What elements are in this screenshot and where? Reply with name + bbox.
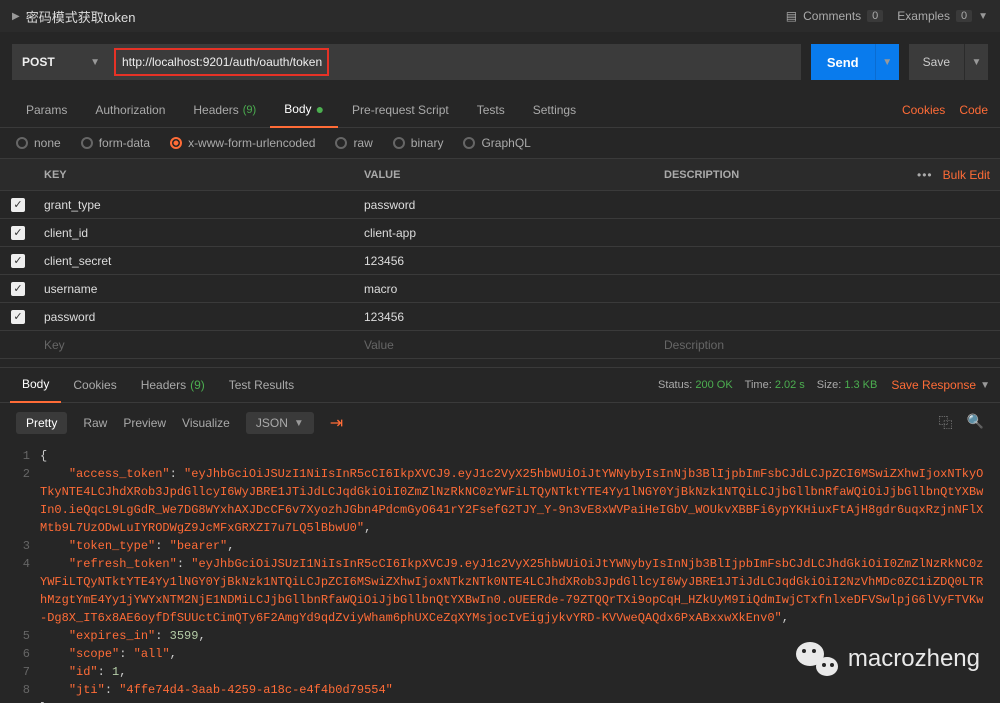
format-select[interactable]: JSON▼ xyxy=(246,412,314,434)
code-line: 1{ xyxy=(0,447,1000,465)
param-key[interactable]: username xyxy=(36,282,356,296)
search-icon[interactable]: 🔍 xyxy=(967,413,984,433)
table-row[interactable]: ✓ grant_typepassword xyxy=(0,191,1000,219)
wrap-lines-icon[interactable]: ⇥ xyxy=(330,413,343,433)
tab-params[interactable]: Params xyxy=(12,92,81,128)
view-preview[interactable]: Preview xyxy=(123,416,166,430)
table-row-placeholder[interactable]: Key Value Description xyxy=(0,331,1000,359)
send-dropdown[interactable]: ▼ xyxy=(875,44,899,80)
tab-settings[interactable]: Settings xyxy=(519,92,590,128)
comments-button[interactable]: ▤ Comments 0 xyxy=(786,9,883,23)
tab-authorization[interactable]: Authorization xyxy=(81,92,179,128)
save-button[interactable]: Save xyxy=(909,44,964,80)
tab-tests[interactable]: Tests xyxy=(463,92,519,128)
watermark-text: macrozheng xyxy=(848,645,980,673)
radio-urlencoded[interactable]: x-www-form-urlencoded xyxy=(170,136,315,150)
param-value[interactable]: 123456 xyxy=(356,310,656,324)
tab-prerequest[interactable]: Pre-request Script xyxy=(338,92,463,128)
param-key[interactable]: client_id xyxy=(36,226,356,240)
view-visualize[interactable]: Visualize xyxy=(182,416,230,430)
radio-formdata[interactable]: form-data xyxy=(81,136,150,150)
code-line: 3 "token_type": "bearer", xyxy=(0,537,1000,555)
url-input[interactable]: http://localhost:9201/auth/oauth/token xyxy=(110,44,801,80)
comment-icon: ▤ xyxy=(786,9,797,23)
param-value[interactable]: macro xyxy=(356,282,656,296)
table-row[interactable]: ✓ client_idclient-app xyxy=(0,219,1000,247)
param-value[interactable]: 123456 xyxy=(356,254,656,268)
url-highlight-box: http://localhost:9201/auth/oauth/token xyxy=(114,48,329,76)
checkbox-icon[interactable]: ✓ xyxy=(11,198,25,212)
response-tabs: Body Cookies Headers (9) Test Results St… xyxy=(0,367,1000,403)
radio-graphql[interactable]: GraphQL xyxy=(463,136,530,150)
code-line: 4 "refresh_token": "eyJhbGciOiJSUzI1NiIs… xyxy=(0,555,1000,627)
tab-title-bar: ▶ 密码模式获取token ▤ Comments 0 Examples 0 ▼ xyxy=(0,0,1000,32)
header-description: DESCRIPTION xyxy=(656,169,900,181)
param-key[interactable]: client_secret xyxy=(36,254,356,268)
send-button[interactable]: Send xyxy=(811,44,875,80)
table-row[interactable]: ✓ client_secret123456 xyxy=(0,247,1000,275)
view-pretty[interactable]: Pretty xyxy=(16,412,67,434)
tab-headers[interactable]: Headers (9) xyxy=(179,92,270,128)
radio-none[interactable]: none xyxy=(16,136,61,150)
code-line: 9} xyxy=(0,699,1000,703)
header-value: VALUE xyxy=(356,169,656,181)
chevron-down-icon: ▼ xyxy=(978,11,988,22)
chevron-down-icon: ▼ xyxy=(90,57,100,68)
checkbox-icon[interactable]: ✓ xyxy=(11,226,25,240)
table-row[interactable]: ✓ password123456 xyxy=(0,303,1000,331)
code-line: 8 "jti": "4ffe74d4-3aab-4259-a18c-e4f4b0… xyxy=(0,681,1000,699)
radio-binary[interactable]: binary xyxy=(393,136,444,150)
watermark: macrozheng xyxy=(796,638,980,680)
resp-tab-tests[interactable]: Test Results xyxy=(217,367,306,403)
bulk-edit-link[interactable]: Bulk Edit xyxy=(943,168,990,182)
method-select[interactable]: POST ▼ xyxy=(12,44,110,80)
resp-tab-body[interactable]: Body xyxy=(10,367,61,403)
table-row[interactable]: ✓ usernamemacro xyxy=(0,275,1000,303)
checkbox-icon[interactable]: ✓ xyxy=(11,282,25,296)
tab-body[interactable]: Body ● xyxy=(270,92,338,128)
body-type-selector: none form-data x-www-form-urlencoded raw… xyxy=(0,128,1000,159)
chevron-down-icon: ▼ xyxy=(980,380,990,391)
code-link[interactable]: Code xyxy=(959,103,988,117)
request-tabs: Params Authorization Headers (9) Body ● … xyxy=(0,92,1000,128)
checkbox-icon[interactable]: ✓ xyxy=(11,310,25,324)
dot-indicator-icon: ● xyxy=(316,101,324,117)
request-title: ▶ 密码模式获取token xyxy=(12,7,786,26)
param-value[interactable]: password xyxy=(356,198,656,212)
response-view-bar: Pretty Raw Preview Visualize JSON▼ ⇥ ⿻ 🔍 xyxy=(0,403,1000,443)
examples-dropdown[interactable]: Examples 0 ▼ xyxy=(897,9,988,23)
response-meta: Status: 200 OK Time: 2.02 s Size: 1.3 KB xyxy=(658,379,877,391)
copy-icon[interactable]: ⿻ xyxy=(939,413,953,433)
code-line: 2 "access_token": "eyJhbGciOiJSUzI1NiIsI… xyxy=(0,465,1000,537)
checkbox-icon[interactable]: ✓ xyxy=(11,254,25,268)
params-table-header: KEY VALUE DESCRIPTION ••• Bulk Edit xyxy=(0,159,1000,191)
radio-raw[interactable]: raw xyxy=(335,136,372,150)
header-key: KEY xyxy=(36,169,356,181)
resp-tab-cookies[interactable]: Cookies xyxy=(61,367,128,403)
param-key[interactable]: grant_type xyxy=(36,198,356,212)
more-options-icon[interactable]: ••• xyxy=(917,168,933,182)
resp-tab-headers[interactable]: Headers (9) xyxy=(129,367,217,403)
save-response-dropdown[interactable]: Save Response ▼ xyxy=(891,378,990,392)
save-dropdown[interactable]: ▼ xyxy=(964,44,988,80)
request-title-text: 密码模式获取token xyxy=(26,7,136,26)
cookies-link[interactable]: Cookies xyxy=(902,103,945,117)
view-raw[interactable]: Raw xyxy=(83,416,107,430)
param-key[interactable]: password xyxy=(36,310,356,324)
param-value[interactable]: client-app xyxy=(356,226,656,240)
collapse-triangle-icon[interactable]: ▶ xyxy=(12,11,20,22)
request-bar: POST ▼ http://localhost:9201/auth/oauth/… xyxy=(0,32,1000,92)
wechat-icon xyxy=(796,638,838,680)
